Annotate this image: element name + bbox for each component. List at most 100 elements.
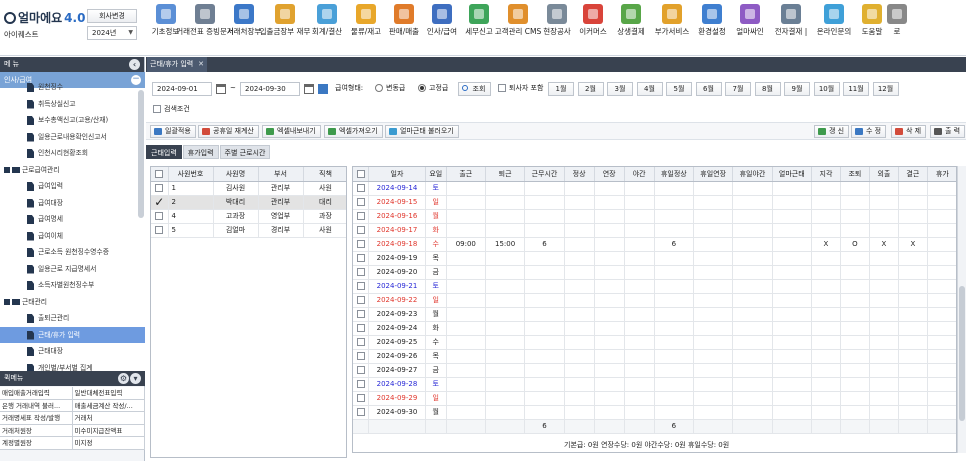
- tree-item[interactable]: 급여입력: [0, 178, 145, 195]
- clock-in-cell[interactable]: [446, 265, 486, 280]
- calendar-icon[interactable]: [304, 84, 314, 94]
- col-header[interactable]: 휴일연장: [693, 167, 734, 182]
- tab-attendance-input[interactable]: 근태/휴가 입력 ✕: [147, 57, 207, 72]
- menu-logout[interactable]: 로: [887, 0, 907, 56]
- col-header[interactable]: 휴가: [927, 167, 956, 182]
- month-button[interactable]: 4월: [636, 82, 663, 96]
- col-header[interactable]: 조퇴: [840, 167, 870, 182]
- employee-row[interactable]: 1 김사원 관리부 사원: [151, 181, 346, 196]
- menu-tax[interactable]: 세무신고: [461, 0, 497, 56]
- clock-in-cell[interactable]: [446, 335, 486, 350]
- attendance-row[interactable]: 2024-09-16 월: [353, 209, 956, 224]
- tree-item[interactable]: 출퇴근관리: [0, 310, 145, 327]
- quick-menu-item[interactable]: 거래처원장: [0, 424, 73, 436]
- menu-sign[interactable]: 얼마싸인: [731, 0, 769, 56]
- outing-cell[interactable]: [869, 321, 899, 336]
- sub-tab[interactable]: 휴가입력: [182, 145, 219, 159]
- col-header[interactable]: 외출: [869, 167, 899, 182]
- menu-service[interactable]: 부가서비스: [651, 0, 693, 56]
- select-all-checkbox[interactable]: [151, 167, 169, 182]
- late-cell[interactable]: [811, 279, 841, 294]
- row-checkbox[interactable]: [353, 181, 370, 196]
- attendance-row[interactable]: 2024-09-20 금: [353, 265, 956, 280]
- late-cell[interactable]: [811, 195, 841, 210]
- clock-in-cell[interactable]: [446, 321, 486, 336]
- vacation-cell[interactable]: [927, 293, 956, 308]
- clock-out-cell[interactable]: [485, 209, 526, 224]
- attendance-row[interactable]: 2024-09-15 일: [353, 195, 956, 210]
- absence-cell[interactable]: [898, 405, 928, 420]
- row-checkbox[interactable]: [353, 279, 370, 294]
- month-button[interactable]: 10월: [813, 82, 840, 96]
- late-cell[interactable]: [811, 293, 841, 308]
- vacation-cell[interactable]: [927, 405, 956, 420]
- col-header[interactable]: 휴일정상: [654, 167, 694, 182]
- vacation-cell[interactable]: [927, 391, 956, 406]
- attendance-row[interactable]: 2024-09-22 일: [353, 293, 956, 308]
- clock-in-cell[interactable]: [446, 349, 486, 364]
- clock-in-cell[interactable]: [446, 363, 486, 378]
- clock-in-cell[interactable]: [446, 279, 486, 294]
- attendance-scrollbar[interactable]: [957, 166, 966, 453]
- tree-item[interactable]: 근로소득 원천징수영수증: [0, 244, 145, 261]
- attendance-row[interactable]: 2024-09-26 목: [353, 349, 956, 364]
- collapse-quick-icon[interactable]: ▾: [130, 373, 141, 384]
- outing-cell[interactable]: [869, 391, 899, 406]
- clock-out-cell[interactable]: [485, 279, 526, 294]
- vacation-cell[interactable]: [927, 181, 956, 196]
- clock-out-cell[interactable]: [485, 251, 526, 266]
- menu-settings[interactable]: 환경설정: [693, 0, 731, 56]
- clock-in-cell[interactable]: 09:00: [446, 237, 486, 252]
- month-button[interactable]: 2월: [577, 82, 604, 96]
- month-button[interactable]: 11월: [843, 82, 869, 96]
- row-checkbox[interactable]: ✓: [151, 195, 169, 210]
- vacation-cell[interactable]: [927, 335, 956, 350]
- print-button[interactable]: 출 력: [930, 125, 966, 138]
- late-cell[interactable]: [811, 391, 841, 406]
- attendance-row[interactable]: 2024-09-18 수 09:00 15:00 6 6 X O X X: [353, 237, 956, 252]
- attendance-row[interactable]: 2024-09-14 토: [353, 181, 956, 196]
- early-leave-cell[interactable]: [840, 223, 870, 238]
- absence-cell[interactable]: [898, 363, 928, 378]
- menu-accounting[interactable]: 회계/결산: [307, 0, 347, 56]
- clock-out-cell[interactable]: [485, 293, 526, 308]
- absence-cell[interactable]: [898, 349, 928, 364]
- attendance-row[interactable]: 2024-09-19 목: [353, 251, 956, 266]
- row-checkbox[interactable]: [151, 223, 169, 238]
- holiday-recalc-button[interactable]: 공휴일 재계산: [198, 125, 259, 138]
- excel-import-button[interactable]: 엑셀가져오기: [324, 125, 383, 138]
- vacation-cell[interactable]: [927, 209, 956, 224]
- clock-out-cell[interactable]: [485, 321, 526, 336]
- select-all-checkbox[interactable]: [353, 167, 370, 182]
- search-button[interactable]: 조회: [458, 82, 491, 96]
- vacation-cell[interactable]: [927, 377, 956, 392]
- quick-menu-item[interactable]: 계정별원장: [0, 437, 73, 449]
- col-header[interactable]: 연장: [594, 167, 625, 182]
- clock-out-cell[interactable]: [485, 265, 526, 280]
- late-cell[interactable]: [811, 321, 841, 336]
- month-button[interactable]: 8월: [754, 82, 781, 96]
- edit-button[interactable]: 수 정: [851, 125, 887, 138]
- include-retired-checkbox[interactable]: 퇴사자 포함: [498, 82, 543, 96]
- col-header[interactable]: 휴일야간: [732, 167, 773, 182]
- tree-item[interactable]: 취득상실신고: [0, 96, 145, 113]
- pay-fixed-radio[interactable]: 고정급: [418, 82, 448, 96]
- quick-menu-item[interactable]: 미지정: [72, 437, 145, 449]
- attendance-row[interactable]: 2024-09-17 화: [353, 223, 956, 238]
- absence-cell[interactable]: [898, 293, 928, 308]
- col-title[interactable]: 직책: [303, 167, 346, 182]
- clock-out-cell[interactable]: [485, 363, 526, 378]
- clock-in-cell[interactable]: [446, 195, 486, 210]
- month-button[interactable]: 9월: [784, 82, 810, 96]
- row-checkbox[interactable]: [353, 237, 370, 252]
- absence-cell[interactable]: [898, 223, 928, 238]
- col-header[interactable]: 요일: [425, 167, 447, 182]
- clock-out-cell[interactable]: [485, 223, 526, 238]
- col-header[interactable]: 일자: [368, 167, 426, 182]
- absence-cell[interactable]: [898, 377, 928, 392]
- pay-variable-radio[interactable]: 변동급: [375, 82, 405, 96]
- early-leave-cell[interactable]: [840, 405, 870, 420]
- early-leave-cell[interactable]: [840, 321, 870, 336]
- absence-cell[interactable]: [898, 307, 928, 322]
- outing-cell[interactable]: [869, 209, 899, 224]
